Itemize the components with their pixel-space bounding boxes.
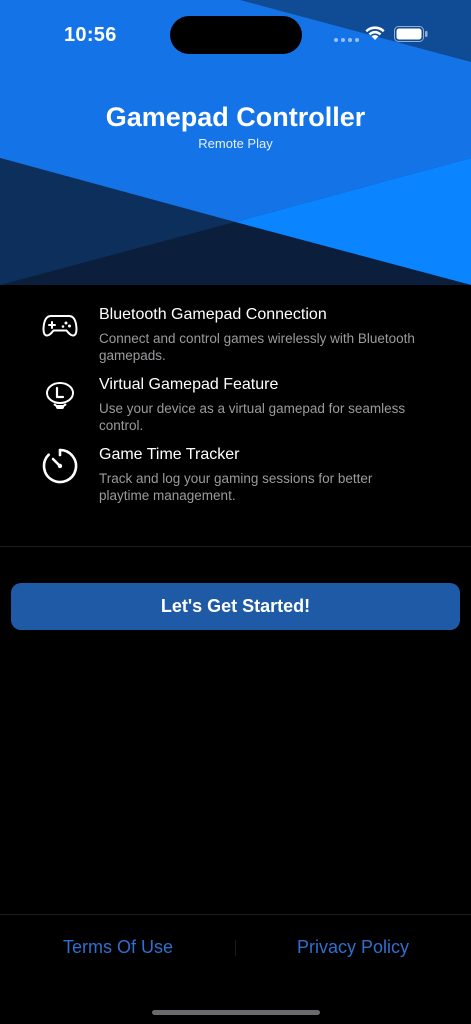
privacy-policy-link[interactable]: Privacy Policy xyxy=(275,937,431,958)
feature-title: Bluetooth Gamepad Connection xyxy=(99,306,327,323)
status-bar: 10:56 xyxy=(0,0,471,70)
cellular-signal-icon xyxy=(334,38,359,42)
app-subtitle: Remote Play xyxy=(198,136,273,151)
feature-list: Bluetooth Gamepad Connection Connect and… xyxy=(0,306,471,516)
footer-divider xyxy=(0,914,471,915)
feature-description: Connect and control games wirelessly wit… xyxy=(99,331,415,363)
feature-title: Virtual Gamepad Feature xyxy=(99,376,279,393)
get-started-button[interactable]: Let's Get Started! xyxy=(11,583,460,630)
hero-banner: 10:56 Gamepad Controller Remote Play xyxy=(0,0,471,285)
dynamic-island xyxy=(170,16,302,54)
home-indicator xyxy=(152,1010,320,1015)
feature-item-virtual-gamepad: Virtual Gamepad Feature Use your device … xyxy=(0,376,471,446)
feature-title: Game Time Tracker xyxy=(99,446,240,463)
feature-item-bluetooth: Bluetooth Gamepad Connection Connect and… xyxy=(0,306,471,376)
timer-icon xyxy=(40,446,80,486)
status-time: 10:56 xyxy=(64,24,117,46)
feature-description: Use your device as a virtual gamepad for… xyxy=(99,401,406,433)
virtual-gamepad-l-button-icon xyxy=(40,376,80,416)
feature-item-time-tracker: Game Time Tracker Track and log your gam… xyxy=(0,446,471,516)
gamepad-icon xyxy=(40,306,80,346)
section-divider xyxy=(0,546,471,547)
feature-description: Track and log your gaming sessions for b… xyxy=(99,471,373,503)
terms-of-use-link[interactable]: Terms Of Use xyxy=(40,937,196,958)
battery-icon xyxy=(394,26,428,42)
wifi-icon xyxy=(365,26,385,40)
app-title: Gamepad Controller xyxy=(105,102,366,132)
footer-separator xyxy=(235,940,236,956)
